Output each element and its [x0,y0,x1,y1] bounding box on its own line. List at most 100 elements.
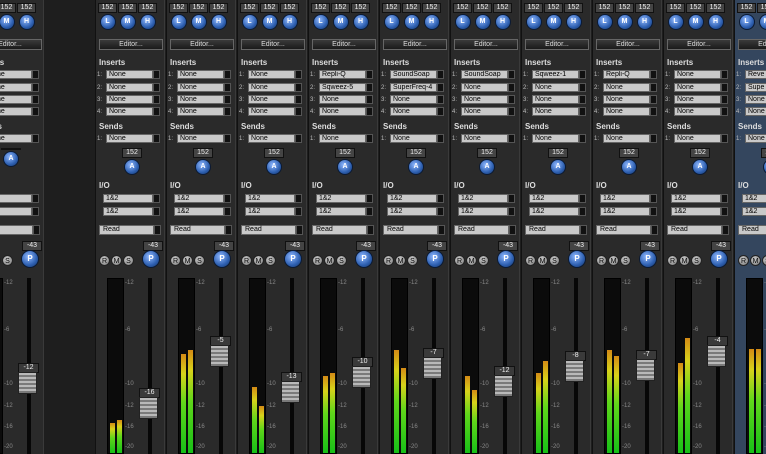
eq-band-knob[interactable]: L [99,14,116,30]
automation-mode-selector[interactable]: Read [525,225,580,235]
pan-knob[interactable]: P [710,250,728,268]
insert-slot-toggle[interactable] [224,95,231,104]
pan-knob[interactable]: P [284,250,302,268]
automation-mode-selector[interactable]: Read [738,225,766,235]
output-selector[interactable]: 1&2 [174,207,224,216]
input-selector[interactable]: 1&2 [0,194,32,203]
send-level-knob[interactable]: A [692,159,708,175]
insert-slot-toggle[interactable] [153,95,160,104]
eq-band-knob[interactable]: H [281,14,298,30]
send-level-knob[interactable]: A [337,159,353,175]
send-slot-toggle[interactable] [32,134,39,143]
eq-band-knob[interactable]: L [738,14,755,30]
insert-slot-toggle[interactable] [437,83,444,92]
output-selector[interactable]: 1&2 [387,207,437,216]
send-slot-toggle[interactable] [721,134,728,143]
output-selector[interactable]: 1&2 [671,207,721,216]
send-level-knob[interactable]: A [621,159,637,175]
automation-mode-selector[interactable]: Read [667,225,722,235]
send-level-knob[interactable]: A [550,159,566,175]
send-level-knob[interactable]: A [3,151,19,167]
solo-button[interactable]: S [549,255,560,266]
pan-knob[interactable]: P [213,250,231,268]
insert-slot-selector[interactable]: None [532,95,579,104]
eq-band-knob[interactable]: H [352,14,369,30]
solo-button[interactable]: S [265,255,276,266]
send-slot-selector[interactable]: None [674,134,721,143]
insert-slot-selector[interactable]: None [461,95,508,104]
insert-slot-selector[interactable]: None [0,107,32,116]
automation-mode-toggle[interactable] [580,225,587,235]
eq-band-knob[interactable]: H [18,14,35,30]
pan-knob[interactable]: P [142,250,160,268]
insert-slot-toggle[interactable] [224,107,231,116]
input-selector[interactable]: 1&2 [742,194,766,203]
insert-slot-toggle[interactable] [32,107,39,116]
insert-slot-toggle[interactable] [295,95,302,104]
volume-fader[interactable] [210,345,229,367]
record-button[interactable]: R [454,255,465,266]
record-button[interactable]: R [596,255,607,266]
eq-band-knob[interactable]: L [312,14,329,30]
eq-band-knob[interactable]: H [423,14,440,30]
output-selector[interactable]: 1&2 [600,207,650,216]
volume-fader[interactable] [423,357,442,379]
io-selector-toggle[interactable] [721,207,728,216]
editor-button[interactable]: Editor... [596,39,660,50]
volume-fader[interactable] [18,372,37,394]
automation-mode-toggle[interactable] [722,225,729,235]
eq-band-knob[interactable]: M [403,14,420,30]
insert-slot-selector[interactable]: None [0,83,32,92]
solo-button[interactable]: S [2,255,13,266]
volume-fader[interactable] [352,366,371,388]
record-button[interactable]: R [525,255,536,266]
io-selector-toggle[interactable] [721,194,728,203]
eq-band-knob[interactable]: H [210,14,227,30]
insert-slot-selector[interactable]: None [177,70,224,79]
send-slot-toggle[interactable] [295,134,302,143]
send-slot-selector[interactable]: None [248,134,295,143]
automation-mode-selector[interactable]: Read [170,225,225,235]
io-selector-toggle[interactable] [295,194,302,203]
record-button[interactable]: R [738,255,749,266]
automation-mode-selector[interactable]: Read [454,225,509,235]
insert-slot-toggle[interactable] [721,83,728,92]
output-selector[interactable]: 1&2 [103,207,153,216]
send-slot-toggle[interactable] [579,134,586,143]
insert-slot-toggle[interactable] [295,83,302,92]
insert-slot-toggle[interactable] [579,70,586,79]
automation-mode-selector[interactable]: Read [312,225,367,235]
eq-band-knob[interactable]: M [474,14,491,30]
insert-slot-toggle[interactable] [366,107,373,116]
editor-button[interactable]: Editor... [454,39,518,50]
mute-button[interactable]: M [679,255,690,266]
insert-slot-selector[interactable]: None [745,107,766,116]
mute-button[interactable]: M [111,255,122,266]
automation-mode-toggle[interactable] [154,225,161,235]
insert-slot-selector[interactable]: None [461,83,508,92]
insert-slot-toggle[interactable] [32,70,39,79]
mute-button[interactable]: M [182,255,193,266]
insert-slot-toggle[interactable] [579,107,586,116]
insert-slot-selector[interactable]: None [674,107,721,116]
insert-slot-selector[interactable]: None [390,107,437,116]
automation-mode-toggle[interactable] [367,225,374,235]
insert-slot-toggle[interactable] [437,107,444,116]
send-level-knob[interactable]: A [408,159,424,175]
editor-button[interactable]: Editor... [0,39,42,50]
insert-slot-selector[interactable]: Supe [745,83,766,92]
insert-slot-toggle[interactable] [153,70,160,79]
insert-slot-selector[interactable]: None [674,70,721,79]
insert-slot-toggle[interactable] [579,95,586,104]
editor-button[interactable]: Editor... [241,39,305,50]
output-selector[interactable]: 1&2 [458,207,508,216]
io-selector-toggle[interactable] [366,194,373,203]
automation-mode-selector[interactable]: Read [0,225,33,235]
insert-slot-selector[interactable]: None [674,83,721,92]
io-selector-toggle[interactable] [579,194,586,203]
send-slot-selector[interactable]: None [461,134,508,143]
insert-slot-toggle[interactable] [650,95,657,104]
eq-band-knob[interactable]: M [119,14,136,30]
insert-slot-toggle[interactable] [508,83,515,92]
insert-slot-toggle[interactable] [437,95,444,104]
